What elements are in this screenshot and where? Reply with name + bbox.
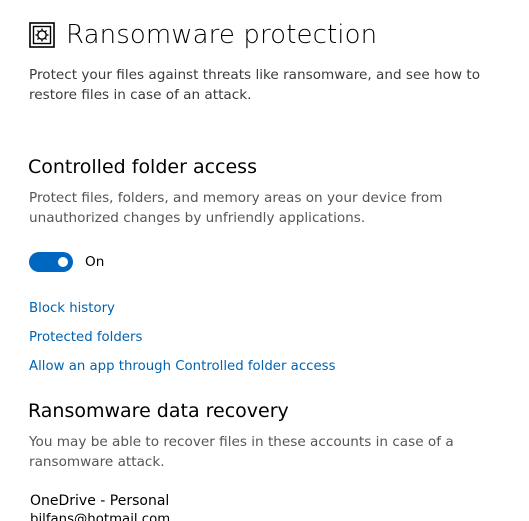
protected-folders-link[interactable]: Protected folders	[29, 330, 142, 345]
ransomware-protection-icon	[29, 22, 55, 48]
block-history-link[interactable]: Block history	[29, 301, 115, 316]
controlled-folder-access-title: Controlled folder access	[28, 156, 257, 178]
controlled-folder-access-toggle[interactable]	[29, 252, 73, 272]
toggle-state-label: On	[85, 254, 105, 270]
controlled-folder-access-description: Protect files, folders, and memory areas…	[29, 190, 443, 226]
controlled-folder-access-toggle-row[interactable]: On	[29, 252, 104, 272]
onedrive-account-email: bilfans@hotmail.com	[30, 512, 171, 521]
page-title: Ransomware protection	[66, 20, 378, 50]
ransomware-data-recovery-title: Ransomware data recovery	[28, 400, 289, 422]
intro-text: Protect your files against threats like …	[29, 67, 481, 103]
page-header: Ransomware protection	[29, 18, 377, 52]
allow-app-link[interactable]: Allow an app through Controlled folder a…	[29, 359, 336, 374]
ransomware-data-recovery-description: You may be able to recover files in thes…	[29, 434, 454, 470]
toggle-knob	[58, 257, 68, 267]
onedrive-account-name: OneDrive - Personal	[30, 493, 170, 509]
ransomware-protection-page: Ransomware protection Protect your files…	[0, 0, 529, 521]
